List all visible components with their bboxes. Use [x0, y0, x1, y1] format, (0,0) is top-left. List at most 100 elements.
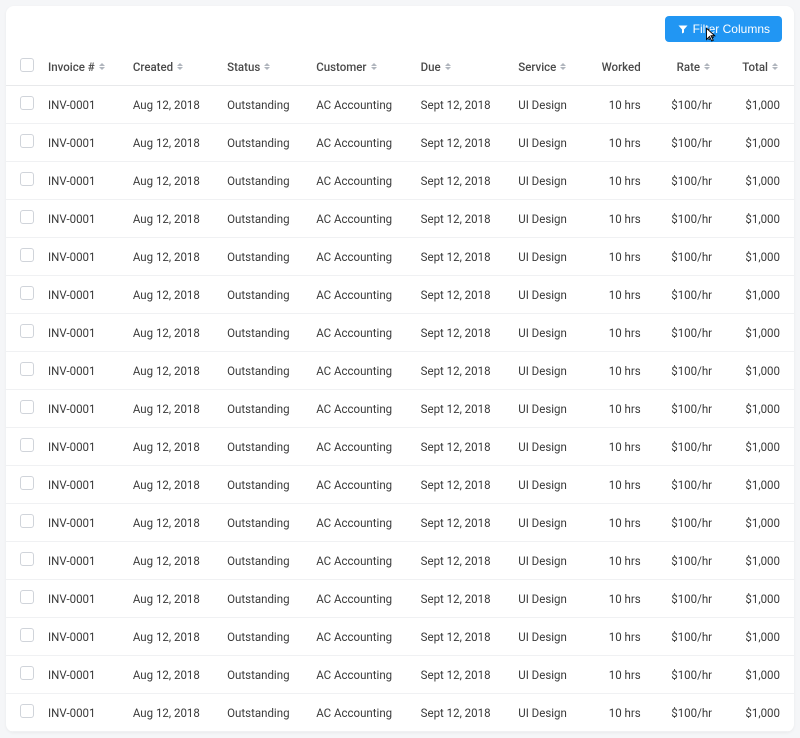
cell-rate: $100/hr [655, 428, 726, 466]
table-row[interactable]: INV-0001Aug 12, 2018OutstandingAC Accoun… [6, 580, 794, 618]
row-checkbox[interactable] [20, 324, 34, 338]
row-checkbox[interactable] [20, 134, 34, 148]
header-invoice-label: Invoice # [48, 60, 95, 74]
cell-total: $1,000 [726, 352, 794, 390]
row-checkbox[interactable] [20, 96, 34, 110]
row-checkbox[interactable] [20, 552, 34, 566]
cell-due: Sept 12, 2018 [413, 504, 511, 542]
table-row[interactable]: INV-0001Aug 12, 2018OutstandingAC Accoun… [6, 390, 794, 428]
cell-invoice: INV-0001 [40, 162, 125, 200]
cell-worked: 10 hrs [585, 162, 654, 200]
cell-invoice: INV-0001 [40, 580, 125, 618]
row-checkbox[interactable] [20, 210, 34, 224]
header-total-label: Total [742, 60, 768, 74]
cell-total: $1,000 [726, 580, 794, 618]
header-customer-label: Customer [316, 60, 366, 74]
table-row[interactable]: INV-0001Aug 12, 2018OutstandingAC Accoun… [6, 124, 794, 162]
row-checkbox[interactable] [20, 514, 34, 528]
cell-total: $1,000 [726, 276, 794, 314]
header-customer[interactable]: Customer [308, 48, 412, 86]
table-row[interactable]: INV-0001Aug 12, 2018OutstandingAC Accoun… [6, 238, 794, 276]
header-rate[interactable]: Rate [655, 48, 726, 86]
row-checkbox[interactable] [20, 628, 34, 642]
select-all-checkbox[interactable] [20, 58, 34, 72]
cell-total: $1,000 [726, 466, 794, 504]
cell-total: $1,000 [726, 238, 794, 276]
table-row[interactable]: INV-0001Aug 12, 2018OutstandingAC Accoun… [6, 694, 794, 732]
cell-customer: AC Accounting [308, 694, 412, 732]
cell-status: Outstanding [219, 390, 308, 428]
cell-rate: $100/hr [655, 580, 726, 618]
row-checkbox[interactable] [20, 400, 34, 414]
row-checkbox[interactable] [20, 286, 34, 300]
cell-worked: 10 hrs [585, 314, 654, 352]
cell-service: UI Design [510, 428, 585, 466]
cell-status: Outstanding [219, 124, 308, 162]
cell-created: Aug 12, 2018 [125, 694, 219, 732]
cell-total: $1,000 [726, 618, 794, 656]
table-row[interactable]: INV-0001Aug 12, 2018OutstandingAC Accoun… [6, 504, 794, 542]
cell-status: Outstanding [219, 618, 308, 656]
cell-invoice: INV-0001 [40, 504, 125, 542]
table-row[interactable]: INV-0001Aug 12, 2018OutstandingAC Accoun… [6, 352, 794, 390]
sort-icon [177, 62, 185, 72]
filter-columns-label: Filter Columns [693, 22, 770, 36]
header-service[interactable]: Service [510, 48, 585, 86]
cell-status: Outstanding [219, 86, 308, 124]
row-checkbox[interactable] [20, 172, 34, 186]
row-checkbox-cell [6, 428, 40, 466]
table-row[interactable]: INV-0001Aug 12, 2018OutstandingAC Accoun… [6, 542, 794, 580]
table-row[interactable]: INV-0001Aug 12, 2018OutstandingAC Accoun… [6, 200, 794, 238]
cell-customer: AC Accounting [308, 314, 412, 352]
row-checkbox[interactable] [20, 438, 34, 452]
table-row[interactable]: INV-0001Aug 12, 2018OutstandingAC Accoun… [6, 618, 794, 656]
cell-due: Sept 12, 2018 [413, 542, 511, 580]
row-checkbox-cell [6, 466, 40, 504]
table-header: Invoice # Created Status Customer Due Se… [6, 48, 794, 86]
cell-customer: AC Accounting [308, 428, 412, 466]
row-checkbox[interactable] [20, 362, 34, 376]
row-checkbox[interactable] [20, 704, 34, 718]
table-row[interactable]: INV-0001Aug 12, 2018OutstandingAC Accoun… [6, 466, 794, 504]
table-row[interactable]: INV-0001Aug 12, 2018OutstandingAC Accoun… [6, 314, 794, 352]
table-row[interactable]: INV-0001Aug 12, 2018OutstandingAC Accoun… [6, 276, 794, 314]
row-checkbox-cell [6, 124, 40, 162]
cell-due: Sept 12, 2018 [413, 428, 511, 466]
header-status[interactable]: Status [219, 48, 308, 86]
cell-invoice: INV-0001 [40, 694, 125, 732]
header-invoice[interactable]: Invoice # [40, 48, 125, 86]
header-worked[interactable]: Worked [585, 48, 654, 86]
row-checkbox[interactable] [20, 590, 34, 604]
cell-worked: 10 hrs [585, 428, 654, 466]
row-checkbox[interactable] [20, 248, 34, 262]
cell-rate: $100/hr [655, 86, 726, 124]
cell-service: UI Design [510, 314, 585, 352]
sort-icon [772, 62, 780, 72]
cell-status: Outstanding [219, 276, 308, 314]
table-row[interactable]: INV-0001Aug 12, 2018OutstandingAC Accoun… [6, 656, 794, 694]
cell-invoice: INV-0001 [40, 618, 125, 656]
header-due[interactable]: Due [413, 48, 511, 86]
cell-customer: AC Accounting [308, 542, 412, 580]
cell-rate: $100/hr [655, 314, 726, 352]
cell-worked: 10 hrs [585, 694, 654, 732]
table-row[interactable]: INV-0001Aug 12, 2018OutstandingAC Accoun… [6, 162, 794, 200]
header-due-label: Due [421, 60, 441, 74]
cell-status: Outstanding [219, 200, 308, 238]
cell-total: $1,000 [726, 694, 794, 732]
row-checkbox-cell [6, 238, 40, 276]
row-checkbox[interactable] [20, 666, 34, 680]
table-row[interactable]: INV-0001Aug 12, 2018OutstandingAC Accoun… [6, 86, 794, 124]
header-rate-label: Rate [677, 60, 700, 74]
header-created[interactable]: Created [125, 48, 219, 86]
sort-icon [371, 62, 379, 72]
cell-worked: 10 hrs [585, 580, 654, 618]
table-row[interactable]: INV-0001Aug 12, 2018OutstandingAC Accoun… [6, 428, 794, 466]
filter-icon [677, 23, 689, 35]
sort-icon [264, 62, 272, 72]
row-checkbox-cell [6, 162, 40, 200]
header-total[interactable]: Total [726, 48, 794, 86]
filter-columns-button[interactable]: Filter Columns [665, 16, 782, 42]
row-checkbox[interactable] [20, 476, 34, 490]
cell-worked: 10 hrs [585, 504, 654, 542]
